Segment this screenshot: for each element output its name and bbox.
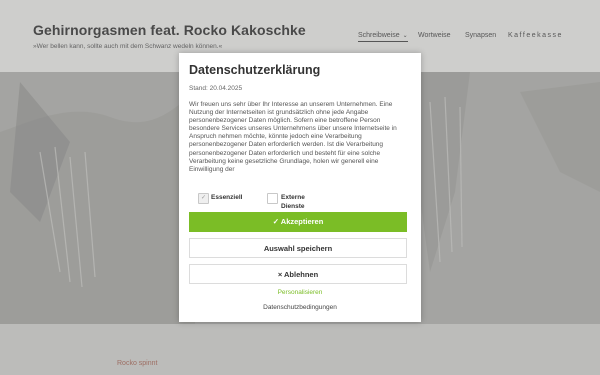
- externe-dienste-checkbox[interactable]: [267, 193, 278, 204]
- save-selection-button[interactable]: Auswahl speichern: [189, 238, 407, 258]
- privacy-terms-link[interactable]: Datenschutzbedingungen: [179, 304, 421, 311]
- essenziell-label: Essenziell: [211, 194, 243, 201]
- dialog-title: Datenschutzerklärung: [189, 63, 321, 77]
- accept-button[interactable]: ✓ Akzeptieren: [189, 212, 407, 232]
- dialog-body-text[interactable]: Wir freuen uns sehr über Ihr Interesse a…: [189, 101, 411, 177]
- dialog-date: Stand: 20.04.2025: [189, 85, 243, 92]
- personalize-link[interactable]: Personalisieren: [179, 289, 421, 296]
- essenziell-checkbox: ✓: [198, 193, 209, 204]
- privacy-consent-dialog: Datenschutzerklärung Stand: 20.04.2025 W…: [179, 53, 421, 322]
- reject-button[interactable]: × Ablehnen: [189, 264, 407, 284]
- externe-dienste-label[interactable]: Externe Dienste: [281, 193, 321, 211]
